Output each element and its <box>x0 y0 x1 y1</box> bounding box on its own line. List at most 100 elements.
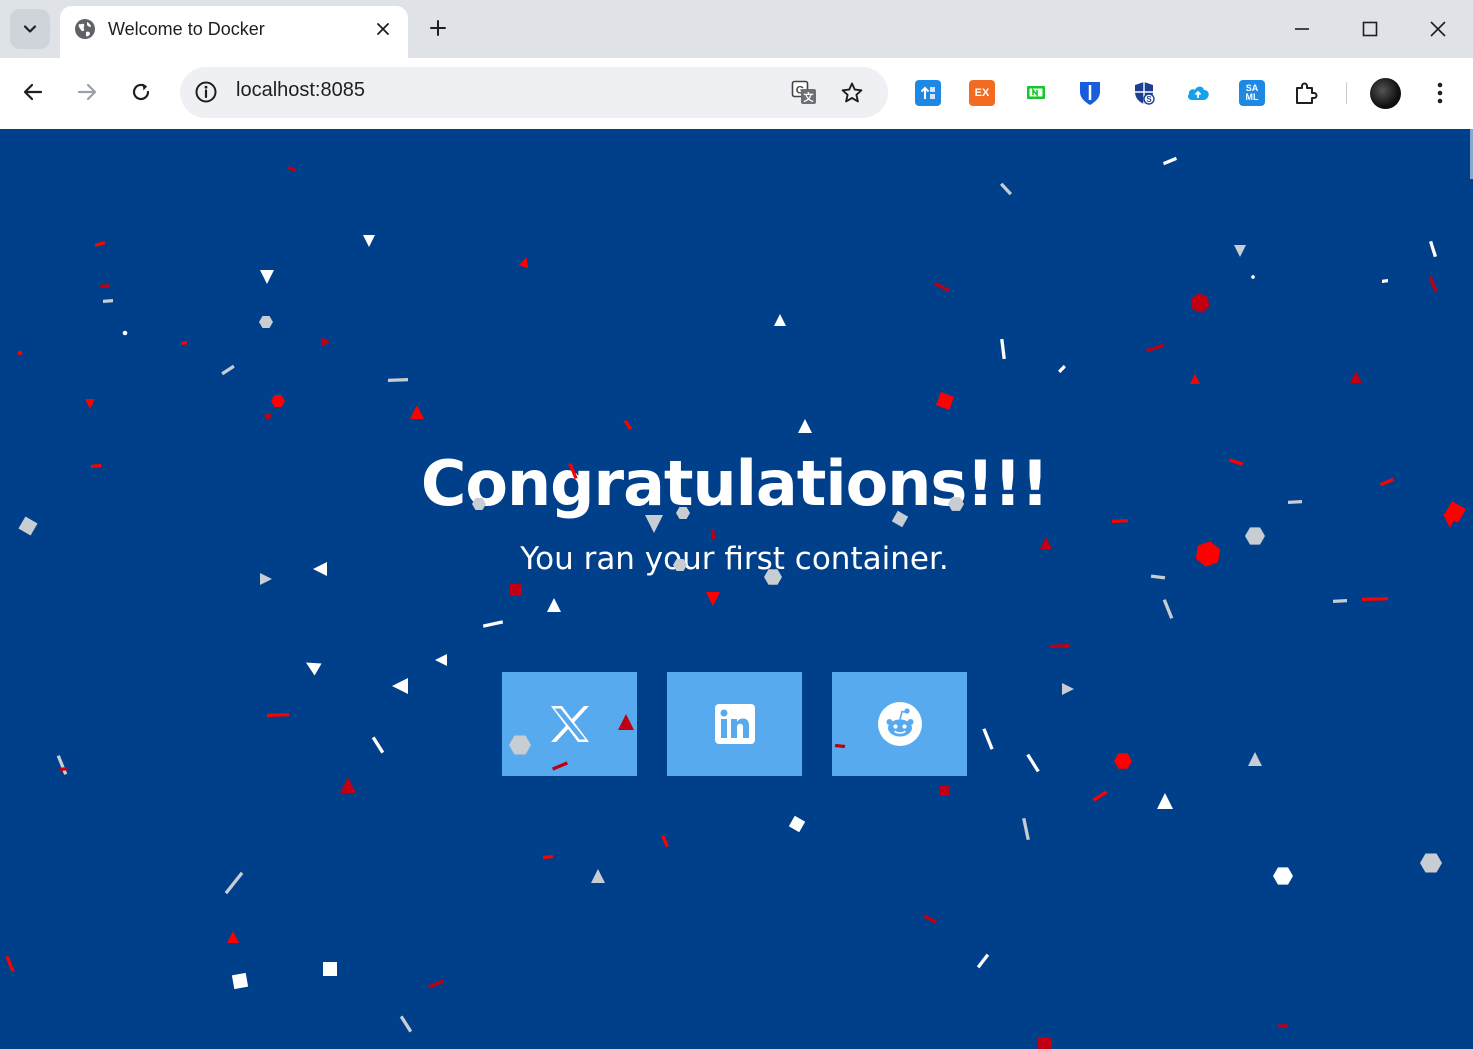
confetti-piece <box>231 972 249 990</box>
x-share-button[interactable] <box>502 672 637 776</box>
tab-strip: Welcome to Docker <box>0 0 1473 58</box>
address-bar[interactable]: localhost:8085 G文 <box>180 67 888 118</box>
confetti-piece <box>510 584 522 596</box>
reload-icon <box>132 83 150 101</box>
confetti-piece <box>264 412 272 420</box>
tab-close-button[interactable] <box>372 18 394 40</box>
confetti-piece <box>388 378 408 382</box>
puzzle-piece-icon <box>1296 82 1318 104</box>
confetti-piece <box>363 235 375 247</box>
bitwarden-extension-icon[interactable] <box>1077 80 1103 106</box>
toolbar-divider <box>1346 82 1347 104</box>
confetti-piece <box>399 1015 413 1033</box>
cloud-extension-icon[interactable] <box>1185 80 1211 106</box>
translate-icon: G文 <box>791 80 816 104</box>
confetti-piece <box>287 165 297 173</box>
azure-extension-icon[interactable] <box>915 80 941 106</box>
confetti-piece <box>1234 245 1246 257</box>
confetti-piece <box>1157 793 1173 809</box>
confetti-piece <box>259 315 273 329</box>
confetti-piece <box>1362 597 1388 601</box>
reddit-share-button[interactable] <box>832 672 967 776</box>
arrow-left-icon <box>23 83 43 101</box>
confetti-piece <box>543 855 553 859</box>
confetti-piece <box>999 182 1013 196</box>
confetti-piece <box>1190 374 1200 384</box>
confetti-piece <box>1273 867 1293 885</box>
bookmark-button[interactable] <box>838 79 866 107</box>
confetti-piece <box>410 405 424 419</box>
confetti-piece <box>224 871 244 895</box>
shield-extension-icon[interactable]: S <box>1131 80 1157 106</box>
confetti-piece <box>1162 156 1178 166</box>
confetti-piece <box>1382 279 1388 283</box>
confetti-piece <box>392 678 408 694</box>
confetti-piece <box>1420 853 1442 873</box>
globe-icon <box>75 19 95 39</box>
confetti-piece <box>661 834 669 848</box>
confetti-piece <box>1251 275 1255 279</box>
tab-search-button[interactable] <box>10 9 50 49</box>
close-window-button[interactable] <box>1418 10 1458 48</box>
browser-tab[interactable]: Welcome to Docker <box>60 6 408 58</box>
confetti-piece <box>518 257 528 269</box>
confetti-piece <box>1058 364 1066 374</box>
confetti-piece <box>774 314 786 326</box>
page-title: Congratulations!!! <box>420 447 1049 520</box>
confetti-piece <box>1350 371 1362 383</box>
reddit-logo-icon <box>877 702 922 746</box>
confetti-piece <box>85 399 95 409</box>
confetti-piece <box>1333 599 1347 603</box>
url-text[interactable]: localhost:8085 <box>236 79 365 102</box>
confetti-layer <box>5 156 1466 1049</box>
confetti-piece <box>181 341 187 345</box>
site-info-icon[interactable] <box>194 80 218 104</box>
extensions-menu-button[interactable] <box>1293 80 1319 106</box>
reload-button[interactable] <box>123 74 159 110</box>
confetti-piece <box>936 392 954 410</box>
new-tab-button[interactable] <box>424 14 452 42</box>
security-shield-icon: S <box>1135 82 1155 105</box>
confetti-piece <box>122 330 128 336</box>
confetti-piece <box>1145 343 1165 353</box>
browser-toolbar: localhost:8085 G文 EX S SA ML <box>0 58 1473 129</box>
confetti-piece <box>706 592 720 606</box>
svg-text:S: S <box>1146 95 1152 104</box>
confetti-piece <box>56 755 68 775</box>
back-button[interactable] <box>15 74 51 110</box>
browser-menu-button[interactable] <box>1428 78 1452 108</box>
page-subtitle: You ran your first container. <box>520 541 949 577</box>
confetti-piece <box>547 598 561 612</box>
forward-button[interactable] <box>69 74 105 110</box>
tab-title: Welcome to Docker <box>108 19 265 39</box>
linkedin-share-button[interactable] <box>667 672 802 776</box>
svg-text:文: 文 <box>804 91 815 104</box>
confetti-piece <box>435 654 447 666</box>
confetti-piece <box>1278 1024 1288 1028</box>
confetti-piece <box>1092 790 1108 802</box>
confetti-piece <box>100 284 110 288</box>
confetti-piece <box>17 350 23 356</box>
maximize-button[interactable] <box>1350 10 1390 48</box>
translate-button[interactable]: G文 <box>790 79 818 107</box>
confetti-piece <box>305 662 322 676</box>
ex-extension-icon[interactable]: EX <box>969 80 995 106</box>
confetti-piece <box>1114 753 1132 769</box>
confetti-piece <box>428 979 444 989</box>
saml-extension-icon[interactable]: SA ML <box>1239 80 1265 106</box>
confetti-piece <box>271 394 285 408</box>
confetti-piece <box>1248 752 1262 766</box>
linkedin-logo-icon <box>714 704 755 744</box>
minimize-button[interactable] <box>1282 10 1322 48</box>
x-logo-icon <box>550 706 589 742</box>
more-vert-icon <box>1437 82 1443 104</box>
confetti-piece <box>321 337 331 347</box>
confetti-piece <box>267 713 289 717</box>
arrow-right-icon <box>77 83 97 101</box>
confetti-piece <box>982 728 994 750</box>
green-extension-icon[interactable] <box>1023 80 1049 106</box>
confetti-piece <box>798 419 812 433</box>
confetti-piece <box>1050 644 1070 648</box>
star-icon <box>841 82 863 103</box>
profile-avatar[interactable] <box>1370 78 1401 109</box>
